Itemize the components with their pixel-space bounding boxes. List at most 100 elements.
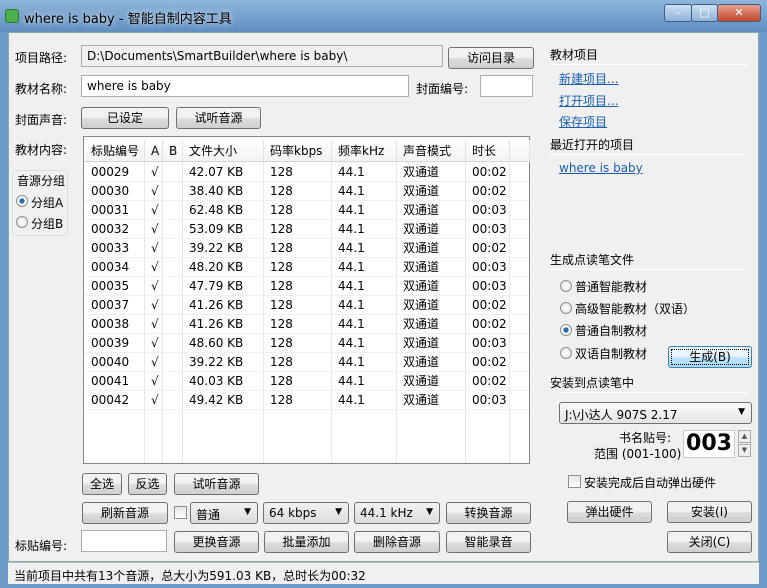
- table-row[interactable]: 00030 √ 38.40 KB 128 44.1 双通道 00:02: [84, 182, 529, 201]
- gen-option-label[interactable]: 普通自制教材: [575, 322, 647, 339]
- invert-button[interactable]: 反选: [128, 473, 167, 495]
- close-icon[interactable]: ✕: [717, 4, 761, 22]
- listen-button[interactable]: 试听音源: [174, 473, 259, 495]
- gen-option-label[interactable]: 双语自制教材: [575, 345, 647, 362]
- table-cell: 39.22 KB: [189, 355, 244, 369]
- freq-select[interactable]: 44.1 kHz ▼: [354, 502, 440, 524]
- delete-button[interactable]: 删除音源: [354, 531, 440, 553]
- book-no-input[interactable]: 003: [683, 430, 735, 458]
- sticker-input[interactable]: [81, 530, 167, 552]
- minimize-icon[interactable]: –: [664, 4, 692, 22]
- table-cell: [163, 239, 183, 258]
- column-header[interactable]: 码率kbps: [264, 140, 332, 162]
- table-cell: 双通道: [403, 355, 440, 369]
- cover-no-input[interactable]: [480, 75, 533, 97]
- table-cell: √: [151, 241, 159, 255]
- path-field[interactable]: D:\Documents\SmartBuilder\where is baby\: [81, 45, 443, 67]
- table-cell: 00041: [91, 374, 130, 388]
- column-header[interactable]: 文件大小: [183, 140, 264, 162]
- table-row[interactable]: 00035 √ 47.79 KB 128 44.1 双通道 00:03: [84, 277, 529, 296]
- column-header[interactable]: 声音模式: [397, 140, 466, 162]
- table-cell: 48.20 KB: [189, 260, 244, 274]
- table-cell: 44.1: [338, 260, 365, 274]
- table-cell: 128: [270, 336, 293, 350]
- cover-set-button[interactable]: 已设定: [81, 107, 169, 129]
- group-b-label[interactable]: 分组B: [31, 215, 63, 232]
- replace-button[interactable]: 更换音源: [174, 531, 259, 553]
- table-cell: [163, 315, 183, 334]
- chevron-down-icon: ▼: [244, 507, 251, 517]
- eject-button[interactable]: 弹出硬件: [567, 501, 652, 523]
- table-cell: 128: [270, 184, 293, 198]
- gen-option-label[interactable]: 普通智能教材: [575, 278, 647, 295]
- table-cell: 44.1: [338, 317, 365, 331]
- table-row[interactable]: 00041 √ 40.03 KB 128 44.1 双通道 00:02: [84, 372, 529, 391]
- device-select[interactable]: J:\小达人 907S 2.17 ▼: [559, 402, 752, 424]
- audio-table[interactable]: 标贴编号 A B 文件大小 码率kbps 频率kHz 声音模式 时长 00029 √ 42.07 K…: [83, 136, 530, 464]
- gen-option-radio[interactable]: [560, 280, 572, 292]
- gen-option-radio[interactable]: [560, 347, 572, 359]
- table-row[interactable]: 00038 √ 41.26 KB 128 44.1 双通道 00:02: [84, 315, 529, 334]
- open-project-link[interactable]: 打开项目...: [559, 92, 618, 109]
- convert-checkbox[interactable]: [174, 506, 187, 519]
- table-row[interactable]: 00033 √ 39.22 KB 128 44.1 双通道 00:02: [84, 239, 529, 258]
- table-row[interactable]: 00039 √ 48.60 KB 128 44.1 双通道 00:03: [84, 334, 529, 353]
- table-cell: √: [151, 374, 159, 388]
- gen-option-label[interactable]: 高级智能教材（双语）: [575, 300, 695, 317]
- auto-eject-checkbox[interactable]: [568, 475, 581, 488]
- table-cell: 44.1: [338, 355, 365, 369]
- refresh-button[interactable]: 刷新音源: [82, 502, 168, 524]
- convert-button[interactable]: 转换音源: [446, 502, 531, 524]
- table-row[interactable]: 00042 √ 49.42 KB 128 44.1 双通道 00:03: [84, 391, 529, 410]
- table-row[interactable]: 00029 √ 42.07 KB 128 44.1 双通道 00:02: [84, 163, 529, 182]
- group-a-radio[interactable]: [16, 195, 28, 207]
- gen-option-radio[interactable]: [560, 324, 572, 336]
- close-button[interactable]: 关闭(C): [667, 531, 752, 553]
- quality-select[interactable]: 普通 ▼: [190, 502, 258, 524]
- table-cell: √: [151, 222, 159, 236]
- bitrate-select[interactable]: 64 kbps ▼: [263, 502, 349, 524]
- table-cell: 44.1: [338, 165, 365, 179]
- batch-add-button[interactable]: 批量添加: [264, 531, 349, 553]
- table-cell: 44.1: [338, 184, 365, 198]
- cover-no-label: 封面编号:: [416, 82, 469, 96]
- column-header[interactable]: B: [163, 140, 183, 162]
- table-cell: 44.1: [338, 241, 365, 255]
- spin-up-icon[interactable]: ▲: [738, 430, 751, 443]
- table-row[interactable]: 00032 √ 53.09 KB 128 44.1 双通道 00:03: [84, 220, 529, 239]
- table-row[interactable]: 00037 √ 41.26 KB 128 44.1 双通道 00:02: [84, 296, 529, 315]
- column-header[interactable]: A: [145, 140, 163, 162]
- auto-eject-label[interactable]: 安装完成后自动弹出硬件: [584, 474, 716, 491]
- table-row[interactable]: 00031 √ 62.48 KB 128 44.1 双通道 00:03: [84, 201, 529, 220]
- maximize-icon[interactable]: □: [691, 4, 718, 22]
- install-button[interactable]: 安装(I): [667, 501, 752, 523]
- table-cell: [163, 334, 183, 353]
- group-b-radio[interactable]: [16, 216, 28, 228]
- column-header-filler[interactable]: [510, 140, 530, 162]
- spin-down-icon[interactable]: ▼: [738, 444, 751, 457]
- select-all-button[interactable]: 全选: [82, 473, 122, 495]
- save-project-link[interactable]: 保存项目: [559, 113, 607, 130]
- table-cell: 双通道: [403, 279, 440, 293]
- table-cell: 00037: [91, 298, 130, 312]
- table-cell: 41.26 KB: [189, 298, 244, 312]
- recent-project-link[interactable]: where is baby: [559, 161, 643, 175]
- record-button[interactable]: 智能录音: [446, 531, 531, 553]
- column-header[interactable]: 时长: [466, 140, 510, 162]
- table-row[interactable]: 00034 √ 48.20 KB 128 44.1 双通道 00:03: [84, 258, 529, 277]
- column-header[interactable]: 频率kHz: [332, 140, 397, 162]
- table-cell: 00031: [91, 203, 130, 217]
- group-a-label[interactable]: 分组A: [31, 194, 63, 211]
- new-project-link[interactable]: 新建项目...: [559, 70, 618, 87]
- gen-option-radio[interactable]: [560, 302, 572, 314]
- visit-dir-button[interactable]: 访问目录: [448, 47, 534, 69]
- quality-value: 普通: [196, 508, 221, 522]
- generate-button[interactable]: 生成(B): [668, 346, 752, 368]
- table-row[interactable]: 00040 √ 39.22 KB 128 44.1 双通道 00:02: [84, 353, 529, 372]
- table-cell: 双通道: [403, 393, 440, 407]
- table-cell: 00039: [91, 336, 130, 350]
- cover-listen-button[interactable]: 试听音源: [176, 107, 261, 129]
- name-input[interactable]: where is baby: [81, 75, 409, 97]
- table-cell: 53.09 KB: [189, 222, 244, 236]
- column-header[interactable]: 标贴编号: [85, 140, 145, 162]
